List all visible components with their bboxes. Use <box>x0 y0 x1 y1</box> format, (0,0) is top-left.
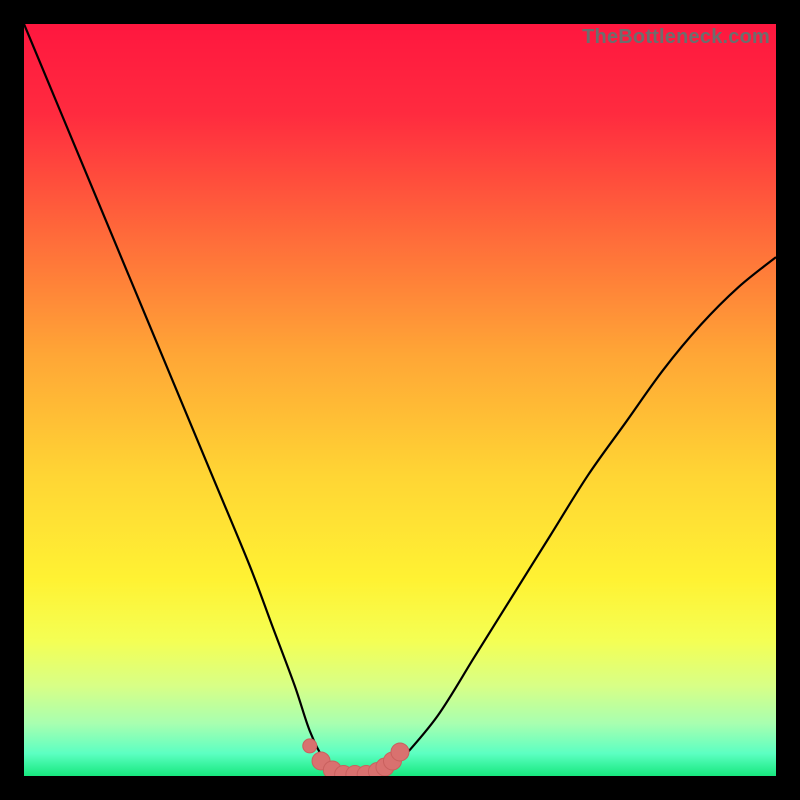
watermark-label: TheBottleneck.com <box>582 26 770 49</box>
marker-point <box>303 739 317 753</box>
chart-plot-area: TheBottleneck.com <box>24 24 776 776</box>
gradient-background <box>24 24 776 776</box>
marker-point <box>391 743 409 761</box>
chart-svg <box>24 24 776 776</box>
chart-frame: TheBottleneck.com <box>24 24 776 776</box>
